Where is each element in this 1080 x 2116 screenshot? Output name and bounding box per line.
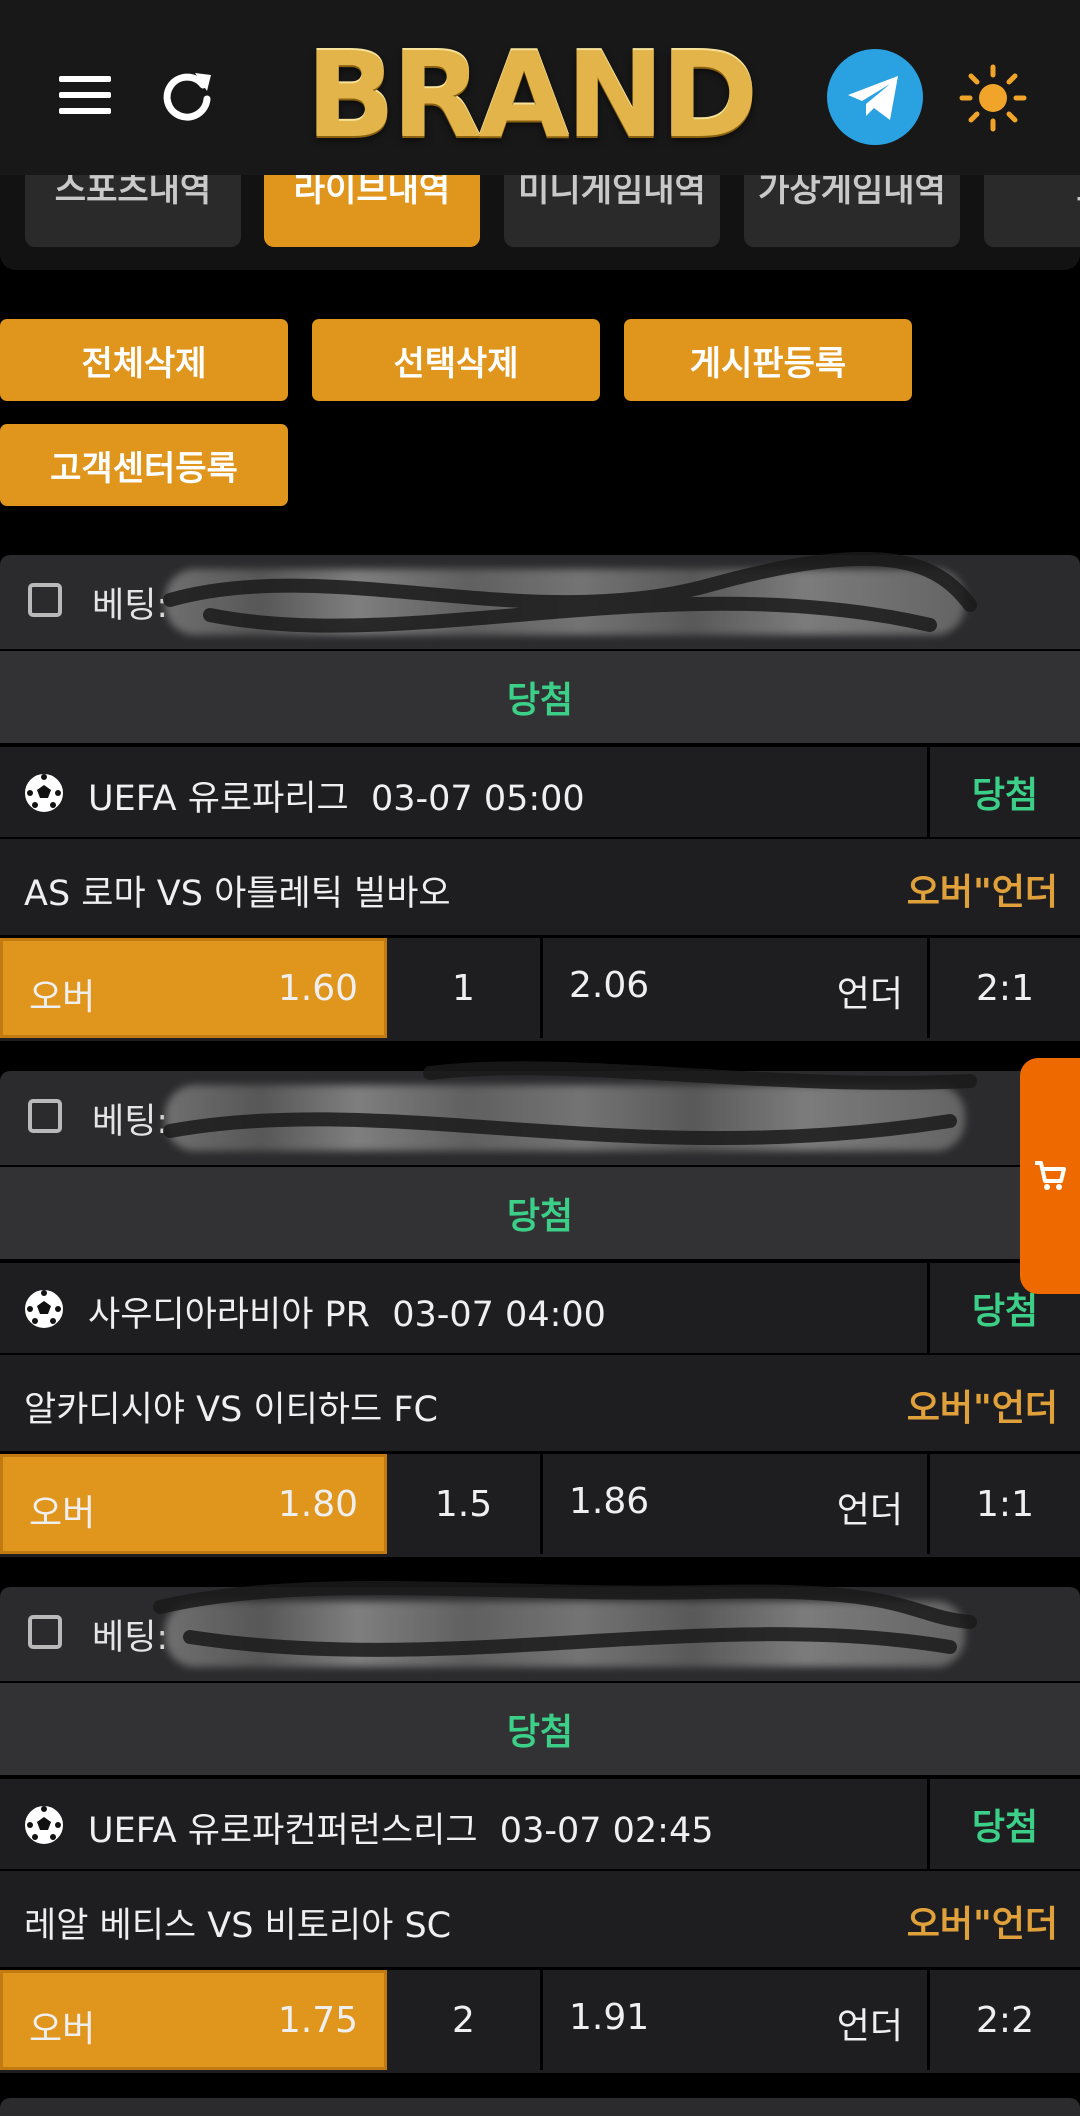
match-row: AS 로마 VS 아틀레틱 빌바오 오버"언더 xyxy=(0,839,1080,935)
redacted-area xyxy=(165,1085,965,1151)
tab-sports-history[interactable]: 스포츠내역 xyxy=(25,175,241,247)
top-header: BRAND xyxy=(0,0,1080,190)
bet-card-header: 베팅: xyxy=(0,551,1080,649)
hamburger-menu-icon[interactable] xyxy=(52,62,118,128)
board-register-button[interactable]: 게시판등록 xyxy=(624,319,912,401)
handicap-line-cell: 1.5 xyxy=(387,1454,543,1554)
market-type: 오버"언더 xyxy=(906,872,1058,913)
league-row: UEFA 유로파컨퍼런스리그 03-07 02:45 당첨 xyxy=(0,1777,1080,1871)
tab-minigame-history[interactable]: 미니게임내역 xyxy=(504,175,720,247)
match-teams: AS 로마 VS 아틀레틱 빌바오 xyxy=(24,874,451,914)
redacted-area xyxy=(165,1601,965,1667)
under-odds-cell: 2.06 언더 xyxy=(543,938,930,1038)
cart-icon xyxy=(1035,1161,1066,1190)
league-row: 사우디아라비아 PR 03-07 04:00 당첨 xyxy=(0,1261,1080,1355)
bet-result-row: 당첨 xyxy=(0,1683,1080,1775)
bet-card: 베팅: 당첨 UEFA 유로파리그 03-07 05:00 당첨 AS 로마 V… xyxy=(0,551,1080,1042)
bet-result: 당첨 xyxy=(506,1196,574,1237)
score-cell: 2:2 xyxy=(930,1970,1080,2070)
bet-result-row: 당첨 xyxy=(0,1167,1080,1259)
over-odds-cell: 오버 1.80 xyxy=(0,1454,387,1554)
odds-row: 오버 1.60 1 2.06 언더 2:1 xyxy=(0,935,1080,1041)
bet-label: 베팅: xyxy=(92,586,169,626)
handicap-line-cell: 1 xyxy=(387,938,543,1038)
bet-card-header: 베팅: xyxy=(0,1580,1080,1681)
brand-logo[interactable]: BRAND xyxy=(305,36,759,154)
delete-all-button[interactable]: 전체삭제 xyxy=(0,319,288,401)
soccer-ball-icon xyxy=(25,1806,63,1844)
soccer-ball-icon xyxy=(25,1290,63,1328)
betslip-cart-button[interactable] xyxy=(1020,1058,1080,1294)
refresh-icon[interactable] xyxy=(152,62,222,132)
market-type: 오버"언더 xyxy=(906,1904,1058,1945)
next-card-edge xyxy=(0,2098,1080,2116)
history-tabs: 스포츠내역 라이브내역 미니게임내역 가상게임내역 토 xyxy=(0,175,1080,270)
odds-row: 오버 1.75 2 1.91 언더 2:2 xyxy=(0,1967,1080,2073)
customer-center-register-button[interactable]: 고객센터등록 xyxy=(0,424,288,506)
brand-logo-text: BRAND xyxy=(305,26,759,164)
bet-select-checkbox[interactable] xyxy=(28,1615,62,1649)
tab-more[interactable]: 토 xyxy=(984,175,1080,247)
bet-select-checkbox[interactable] xyxy=(28,583,62,617)
telegram-icon[interactable] xyxy=(825,47,925,147)
delete-selected-button[interactable]: 선택삭제 xyxy=(312,319,600,401)
bet-label: 베팅: xyxy=(92,1102,169,1142)
league-result-cell: 당첨 xyxy=(927,747,1080,837)
bet-result: 당첨 xyxy=(506,680,574,721)
under-odds-cell: 1.86 언더 xyxy=(543,1454,930,1554)
over-odds-cell: 오버 1.60 xyxy=(0,938,387,1038)
bet-card: 베팅: 당첨 사우디아라비아 PR 03-07 04:00 당첨 알카디시야 V… xyxy=(0,1061,1080,1558)
market-type: 오버"언더 xyxy=(906,1388,1058,1429)
under-odds-cell: 1.91 언더 xyxy=(543,1970,930,2070)
tab-live-history[interactable]: 라이브내역 xyxy=(264,175,480,247)
match-teams: 레알 베티스 VS 비토리아 SC xyxy=(24,1906,452,1946)
sun-theme-icon[interactable] xyxy=(958,63,1028,133)
tab-virtual-game-history[interactable]: 가상게임내역 xyxy=(744,175,960,247)
bet-card-header: 베팅: xyxy=(0,1061,1080,1165)
redacted-area xyxy=(165,569,965,635)
league-row: UEFA 유로파리그 03-07 05:00 당첨 xyxy=(0,745,1080,839)
league-name: UEFA 유로파컨퍼런스리그 03-07 02:45 xyxy=(88,1811,714,1851)
score-cell: 2:1 xyxy=(930,938,1080,1038)
handicap-line-cell: 2 xyxy=(387,1970,543,2070)
bet-select-checkbox[interactable] xyxy=(28,1099,62,1133)
match-row: 레알 베티스 VS 비토리아 SC 오버"언더 xyxy=(0,1871,1080,1967)
score-cell: 1:1 xyxy=(930,1454,1080,1554)
match-teams: 알카디시야 VS 이티하드 FC xyxy=(24,1390,438,1430)
league-name: UEFA 유로파리그 03-07 05:00 xyxy=(88,779,585,819)
league-result-cell: 당첨 xyxy=(927,1779,1080,1869)
over-odds-cell: 오버 1.75 xyxy=(0,1970,387,2070)
match-row: 알카디시야 VS 이티하드 FC 오버"언더 xyxy=(0,1355,1080,1451)
bet-result-row: 당첨 xyxy=(0,651,1080,743)
odds-row: 오버 1.80 1.5 1.86 언더 1:1 xyxy=(0,1451,1080,1557)
league-name: 사우디아라비아 PR 03-07 04:00 xyxy=(88,1295,606,1335)
soccer-ball-icon xyxy=(25,774,63,812)
bet-label: 베팅: xyxy=(92,1618,169,1658)
bet-card: 베팅: 당첨 UEFA 유로파컨퍼런스리그 03-07 02:45 당첨 레알 … xyxy=(0,1580,1080,2074)
bet-result: 당첨 xyxy=(506,1712,574,1753)
